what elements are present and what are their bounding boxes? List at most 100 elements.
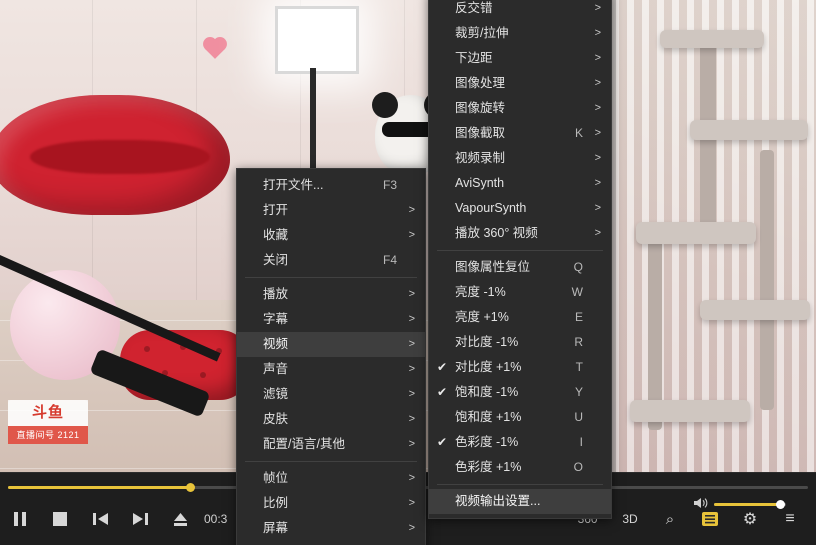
video-menu-item-label: 图像旋转: [455, 101, 506, 115]
3d-label: 3D: [622, 512, 638, 526]
video-menu-item[interactable]: 饱和度 +1% U: [429, 405, 611, 430]
file-menu-item[interactable]: 帧位 >: [237, 466, 425, 491]
video-menu-item[interactable]: 对比度 -1% R: [429, 330, 611, 355]
3d-button[interactable]: 3D: [610, 497, 650, 541]
file-menu-item[interactable]: 滤镜 >: [237, 382, 425, 407]
video-menu-item[interactable]: 图像处理 >: [429, 71, 611, 96]
checkmark-icon: ✔: [437, 385, 448, 399]
video-menu-item-label: 下边距: [455, 51, 493, 65]
file-menu-item-label: 关闭: [263, 253, 289, 267]
chevron-right-icon: >: [408, 313, 415, 325]
previous-button[interactable]: [80, 497, 120, 541]
video-menu-item[interactable]: AviSynth >: [429, 171, 611, 196]
next-button[interactable]: [120, 497, 160, 541]
chevron-right-icon: >: [594, 2, 601, 14]
file-menu-item[interactable]: 视频 >: [237, 332, 425, 357]
app-root: 斗鱼 直播间号 2121 00:3 360° 3D ⌕ ⚙ ≡ 打开文件... …: [0, 0, 816, 545]
chevron-right-icon: >: [408, 363, 415, 375]
chevron-right-icon: >: [408, 438, 415, 450]
file-menu-item-label: 字幕: [263, 312, 289, 326]
volume-control[interactable]: [694, 497, 786, 512]
video-menu-item[interactable]: 色彩度 +1% O: [429, 455, 611, 480]
file-menu-item-label: 打开: [263, 203, 289, 217]
video-menu-item-accelerator: K: [574, 126, 583, 140]
file-menu-item-label: 滤镜: [263, 387, 289, 401]
video-menu-item[interactable]: 播放 360° 视频 >: [429, 221, 611, 246]
search-subtitle-icon[interactable]: ⌕: [650, 497, 690, 541]
file-menu-item[interactable]: 屏幕 >: [237, 516, 425, 541]
video-menu-item[interactable]: 反交错 >: [429, 0, 611, 21]
file-menu-item[interactable]: 收藏 >: [237, 223, 425, 248]
video-menu-item[interactable]: 亮度 +1% E: [429, 305, 611, 330]
video-menu-item[interactable]: 图像旋转 >: [429, 96, 611, 121]
video-menu-item[interactable]: VapourSynth >: [429, 196, 611, 221]
video-menu-item[interactable]: 亮度 -1% W: [429, 280, 611, 305]
video-menu-separator: [437, 484, 603, 485]
file-menu-item-label: 打开文件...: [263, 178, 324, 192]
video-submenu[interactable]: 反交错 > 裁剪/拉伸 > 下边距 > 图像处理 > 图像旋转 > 图像截取 K > 视频录制 > AviSy…: [428, 0, 612, 519]
chevron-right-icon: >: [408, 388, 415, 400]
video-menu-item-accelerator: T: [575, 360, 583, 374]
video-menu-item[interactable]: 图像属性复位 Q: [429, 255, 611, 280]
file-menu-item[interactable]: 配置/语言/其他 >: [237, 432, 425, 457]
seek-progress: [8, 486, 190, 489]
video-menu-item-label: VapourSynth: [455, 201, 527, 215]
file-menu-item[interactable]: 比例 >: [237, 491, 425, 516]
chevron-right-icon: >: [594, 52, 601, 64]
checkmark-icon: ✔: [437, 435, 448, 449]
file-menu-item-label: 帧位: [263, 471, 289, 485]
chevron-right-icon: >: [408, 229, 415, 241]
main-context-menu[interactable]: 打开文件... F3 打开 > 收藏 > 关闭 F4 播放 > 字幕 > 视频 > 声音 > 滤镜 > 皮肤 > 配置/…: [236, 168, 426, 545]
video-menu-item-label: 图像属性复位: [455, 260, 531, 274]
file-menu-item-label: 声音: [263, 362, 289, 376]
chevron-right-icon: >: [594, 102, 601, 114]
volume-handle[interactable]: [776, 500, 785, 509]
file-menu-item-label: 收藏: [263, 228, 289, 242]
video-menu-item-accelerator: Q: [573, 260, 583, 274]
file-menu-item[interactable]: 皮肤 >: [237, 407, 425, 432]
watermark-title: 斗鱼: [8, 400, 88, 426]
file-menu-item[interactable]: 字幕 >: [237, 307, 425, 332]
video-menu-item-accelerator: E: [574, 310, 583, 324]
video-menu-item[interactable]: ✔ 色彩度 -1% I: [429, 430, 611, 455]
file-menu-item[interactable]: 打开文件... F3: [237, 173, 425, 198]
video-menu-item[interactable]: 视频录制 >: [429, 146, 611, 171]
file-menu-item[interactable]: 播放 >: [237, 282, 425, 307]
file-menu-item[interactable]: 打开 >: [237, 198, 425, 223]
eject-button[interactable]: [160, 497, 200, 541]
file-menu-item[interactable]: 关闭 F4: [237, 248, 425, 273]
volume-fill: [714, 503, 780, 506]
video-menu-item-label: 饱和度 +1%: [455, 410, 522, 424]
seek-handle[interactable]: [186, 483, 195, 492]
watermark-subtitle: 直播间号 2121: [8, 426, 88, 444]
stop-button[interactable]: [40, 497, 80, 541]
stream-watermark: 斗鱼 直播间号 2121: [8, 400, 88, 444]
video-menu-item[interactable]: 下边距 >: [429, 46, 611, 71]
video-menu-item-label: 对比度 -1%: [455, 335, 519, 349]
video-menu-item[interactable]: ✔ 对比度 +1% T: [429, 355, 611, 380]
video-menu-item[interactable]: 视频输出设置...: [429, 489, 611, 514]
file-menu-item-label: 皮肤: [263, 412, 289, 426]
video-menu-item-accelerator: O: [573, 460, 583, 474]
pause-button[interactable]: [0, 497, 40, 541]
video-menu-item-label: 裁剪/拉伸: [455, 26, 509, 40]
file-menu-item[interactable]: 全屏Enter: [237, 541, 425, 545]
video-menu-item-label: 图像截取: [455, 126, 506, 140]
chevron-right-icon: >: [408, 338, 415, 350]
video-menu-item[interactable]: ✔ 饱和度 -1% Y: [429, 380, 611, 405]
chevron-right-icon: >: [408, 497, 415, 509]
video-menu-item-label: 亮度 -1%: [455, 285, 506, 299]
video-menu-item-accelerator: U: [574, 410, 583, 424]
file-menu-separator: [245, 461, 417, 462]
file-menu-separator: [245, 277, 417, 278]
light-stand-pole: [310, 68, 316, 168]
video-menu-item[interactable]: 图像截取 K >: [429, 121, 611, 146]
volume-track[interactable]: [714, 500, 786, 509]
video-menu-item-accelerator: I: [579, 435, 583, 449]
chevron-right-icon: >: [594, 152, 601, 164]
video-menu-item[interactable]: 裁剪/拉伸 >: [429, 21, 611, 46]
softbox-light: [275, 6, 359, 74]
file-menu-item[interactable]: 声音 >: [237, 357, 425, 382]
video-menu-item-label: 播放 360° 视频: [455, 226, 538, 240]
chevron-right-icon: >: [408, 204, 415, 216]
